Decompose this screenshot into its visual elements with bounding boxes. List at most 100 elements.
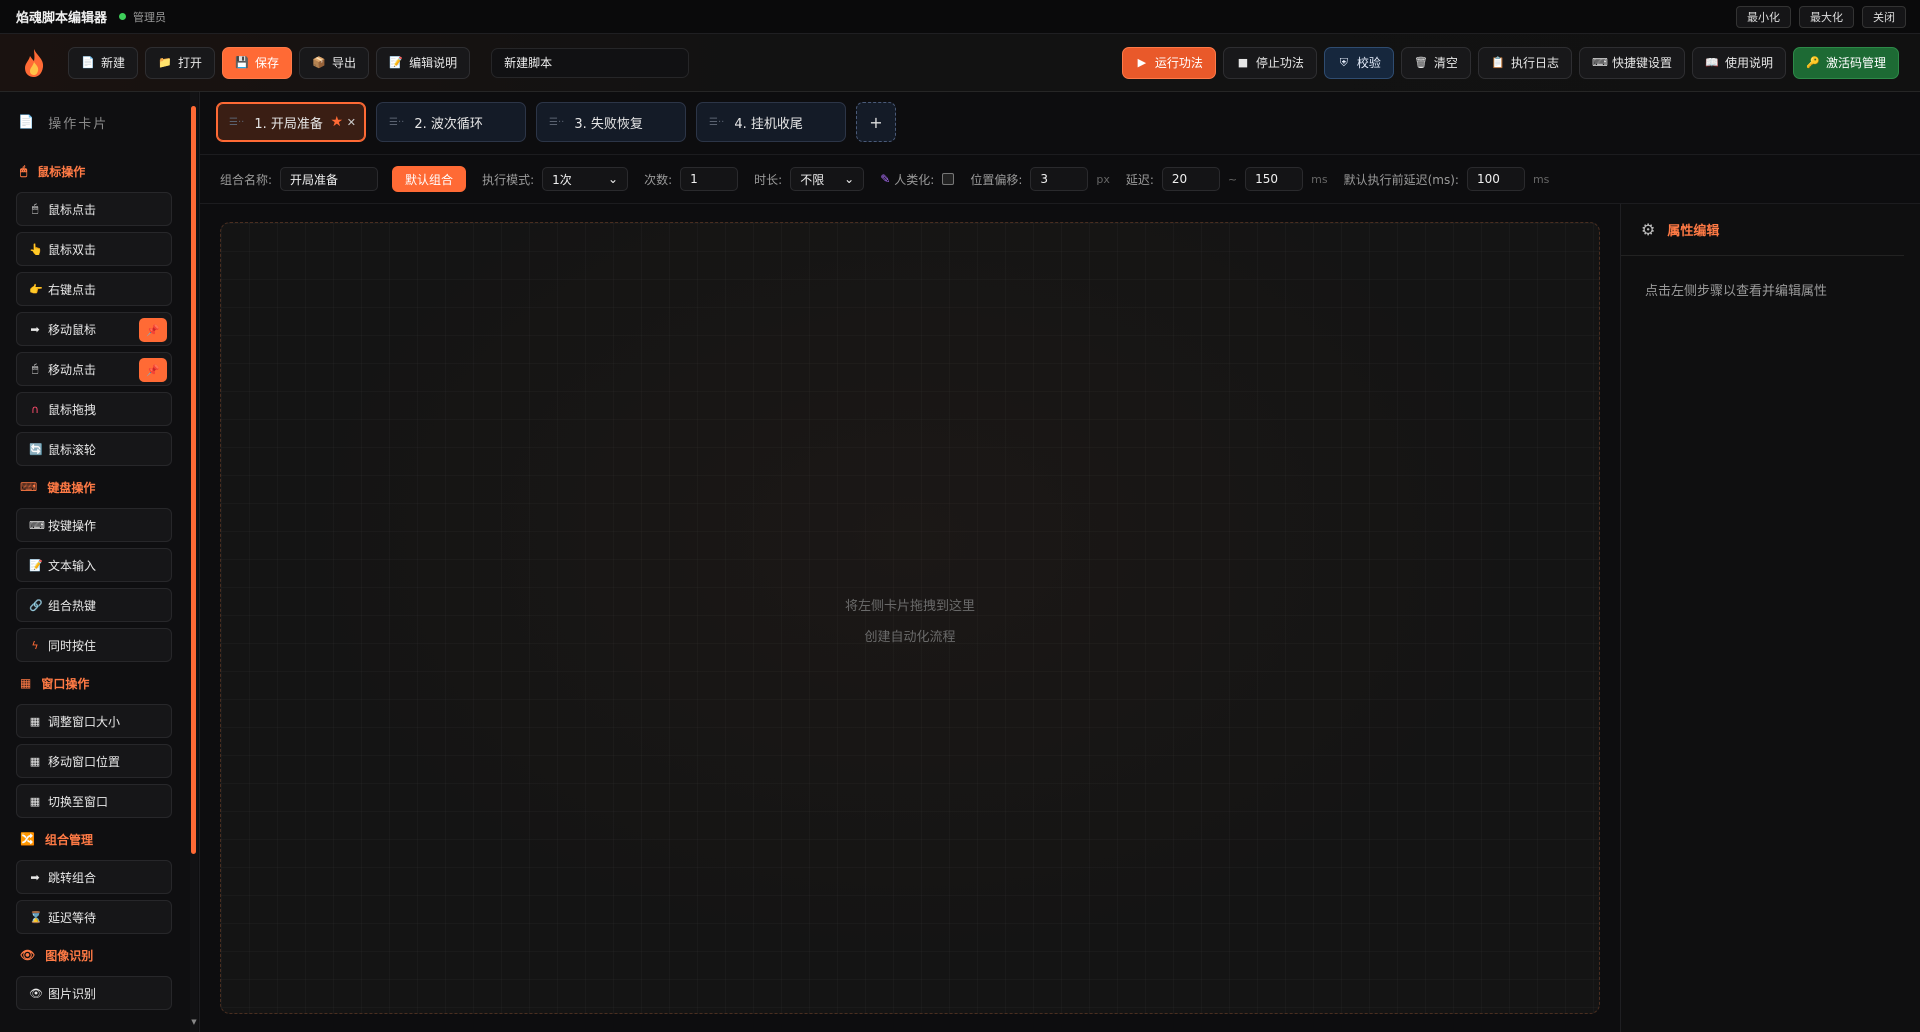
maximize-button[interactable]: 最大化 xyxy=(1799,6,1854,28)
document-icon: 📝 xyxy=(389,56,403,69)
tab-group-1[interactable]: ☰·· 1. 开局准备 ★ ✕ xyxy=(216,102,366,142)
pin-icon[interactable]: 📌 xyxy=(139,358,167,382)
main-toolbar: 📄 新建 📁 打开 💾 保存 📦 导出 📝 编辑说明 新建脚本 ▶ 运行功法 ■ 停止功法 ⛨… xyxy=(0,34,1920,92)
folder-icon: 📁 xyxy=(158,56,172,69)
card-switch-window[interactable]: ▦ 切换至窗口 xyxy=(16,784,172,818)
stop-button[interactable]: ■ 停止功法 xyxy=(1222,46,1317,79)
humanize-label: 人类化: xyxy=(894,172,935,187)
shield-icon: ⛨ xyxy=(1339,55,1349,69)
drag-handle-icon[interactable]: ☰·· xyxy=(709,117,724,128)
help-button[interactable]: 📖 使用说明 xyxy=(1691,46,1786,79)
mode-label: 执行模式: xyxy=(482,172,535,187)
sidebar-scroll-thumb[interactable] xyxy=(191,106,196,854)
key-icon: 🔑 xyxy=(1806,56,1820,69)
drag-handle-icon[interactable]: ☰·· xyxy=(229,117,244,128)
edit-description-button[interactable]: 📝 编辑说明 xyxy=(376,46,471,79)
duration-label: 时长: xyxy=(754,172,783,187)
add-tab-button[interactable]: + xyxy=(856,102,896,142)
offset-unit: px xyxy=(1096,172,1110,186)
pin-icon[interactable]: 📌 xyxy=(139,318,167,342)
card-move-mouse[interactable]: ➡ 移动鼠标 📌 xyxy=(16,312,172,346)
verify-button[interactable]: ⛨ 校验 xyxy=(1323,46,1394,79)
run-button[interactable]: ▶ 运行功法 xyxy=(1121,46,1216,79)
properties-header: ⚙ 属性编辑 xyxy=(1621,204,1904,256)
card-move-click[interactable]: 🖱 移动点击 📌 xyxy=(16,352,172,386)
card-stack-icon: 📄 xyxy=(18,114,37,130)
title-bar: 焰魂脚本编辑器 管理员 最小化 最大化 关闭 xyxy=(0,0,1920,34)
humanize-checkbox[interactable] xyxy=(942,173,955,185)
group-name-input[interactable]: 开局准备 xyxy=(280,167,379,191)
sidebar-header: 📄 操作卡片 xyxy=(18,114,109,132)
star-icon: ★ xyxy=(330,114,343,130)
section-mouse: 🖱 鼠标操作 xyxy=(20,163,86,179)
delay-min-input[interactable]: 20 xyxy=(1161,167,1220,191)
hourglass-icon: ⌛ xyxy=(29,910,43,924)
export-button[interactable]: 📦 导出 xyxy=(299,46,370,79)
drag-handle-icon[interactable]: ☰·· xyxy=(389,117,404,128)
hotkey-settings-button[interactable]: ⌨ 快捷键设置 xyxy=(1578,46,1685,79)
properties-panel: ⚙ 属性编辑 点击左侧步骤以查看并编辑属性 xyxy=(1620,204,1920,1032)
count-input[interactable]: 1 xyxy=(680,167,739,191)
humanize-icon: ✎ xyxy=(880,172,891,186)
card-mouse-click[interactable]: 🖱 鼠标点击 xyxy=(16,192,172,226)
section-image: 👁 图像识别 xyxy=(20,948,94,963)
stop-icon: ■ xyxy=(1237,56,1249,69)
magnet-icon: ∩ xyxy=(30,402,40,416)
pre-delay-unit: ms xyxy=(1532,172,1550,186)
pointing-hand-icon: 👆 xyxy=(29,242,43,256)
tab-group-3[interactable]: ☰·· 3. 失败恢复 xyxy=(536,102,686,142)
link-icon: 🔗 xyxy=(29,598,43,612)
card-resize-window[interactable]: ▦ 调整窗口大小 xyxy=(16,704,172,738)
flow-canvas-dropzone[interactable]: 将左侧卡片拖拽到这里 创建自动化流程 xyxy=(220,222,1600,1014)
offset-input[interactable]: 3 xyxy=(1030,167,1089,191)
mode-select[interactable]: 1次 ⌄ xyxy=(542,167,629,191)
hand-right-icon: 👉 xyxy=(29,282,43,296)
eye-icon: 👁 xyxy=(20,948,36,962)
scroll-down-arrow-icon[interactable]: ▼ xyxy=(190,1018,198,1028)
card-text-input[interactable]: 📝 文本输入 xyxy=(16,548,172,582)
card-move-window[interactable]: ▦ 移动窗口位置 xyxy=(16,744,172,778)
window-icon: ▦ xyxy=(29,794,41,808)
window-icon: ▦ xyxy=(29,754,41,768)
script-name-input[interactable]: 新建脚本 xyxy=(491,47,690,78)
card-mouse-double-click[interactable]: 👆 鼠标双击 xyxy=(16,232,172,266)
clear-button[interactable]: 🗑 清空 xyxy=(1400,46,1471,79)
eye-icon: 👁 xyxy=(29,986,43,1000)
window-icon: ▦ xyxy=(29,714,41,728)
refresh-icon: 🔄 xyxy=(29,442,43,456)
drag-handle-icon[interactable]: ☰·· xyxy=(549,117,564,128)
canvas-hint-primary: 将左侧卡片拖拽到这里 xyxy=(844,599,975,614)
keyboard-icon: ⌨ xyxy=(20,480,38,494)
window-controls: 最小化 最大化 关闭 xyxy=(1736,6,1906,28)
chevron-down-icon: ⌄ xyxy=(844,172,855,186)
default-group-button[interactable]: 默认组合 xyxy=(392,166,467,192)
lightning-icon: ϟ xyxy=(31,638,39,652)
close-tab-icon[interactable]: ✕ xyxy=(347,116,356,129)
arrow-right-icon: ➡ xyxy=(30,322,40,336)
count-label: 次数: xyxy=(644,172,673,187)
mouse-icon: 🖱 xyxy=(31,202,39,215)
execution-log-button[interactable]: 📋 执行日志 xyxy=(1477,46,1572,79)
card-jump-group[interactable]: ➡ 跳转组合 xyxy=(16,860,172,894)
activation-code-button[interactable]: 🔑 激活码管理 xyxy=(1792,46,1899,79)
shuffle-icon: 🔀 xyxy=(20,832,35,846)
delay-max-input[interactable]: 150 xyxy=(1245,167,1304,191)
card-mouse-drag[interactable]: ∩ 鼠标拖拽 xyxy=(16,392,172,426)
card-image-recognition[interactable]: 👁 图片识别 xyxy=(16,976,172,1010)
new-button[interactable]: 📄 新建 xyxy=(68,46,139,79)
pre-delay-input[interactable]: 100 xyxy=(1466,167,1525,191)
card-hold-keys[interactable]: ϟ 同时按住 xyxy=(16,628,172,662)
duration-select[interactable]: 不限 ⌄ xyxy=(790,167,865,191)
minimize-button[interactable]: 最小化 xyxy=(1736,6,1791,28)
open-button[interactable]: 📁 打开 xyxy=(145,46,216,79)
card-delay-wait[interactable]: ⌛ 延迟等待 xyxy=(16,900,172,934)
card-key-press[interactable]: ⌨ 按键操作 xyxy=(16,508,172,542)
book-icon: 📖 xyxy=(1705,56,1719,69)
tab-group-4[interactable]: ☰·· 4. 挂机收尾 xyxy=(696,102,846,142)
close-button[interactable]: 关闭 xyxy=(1862,6,1906,28)
save-button[interactable]: 💾 保存 xyxy=(222,46,293,79)
tab-group-2[interactable]: ☰·· 2. 波次循环 xyxy=(376,102,526,142)
card-hotkey-combo[interactable]: 🔗 组合热键 xyxy=(16,588,172,622)
card-mouse-wheel[interactable]: 🔄 鼠标滚轮 xyxy=(16,432,172,466)
card-right-click[interactable]: 👉 右键点击 xyxy=(16,272,172,306)
